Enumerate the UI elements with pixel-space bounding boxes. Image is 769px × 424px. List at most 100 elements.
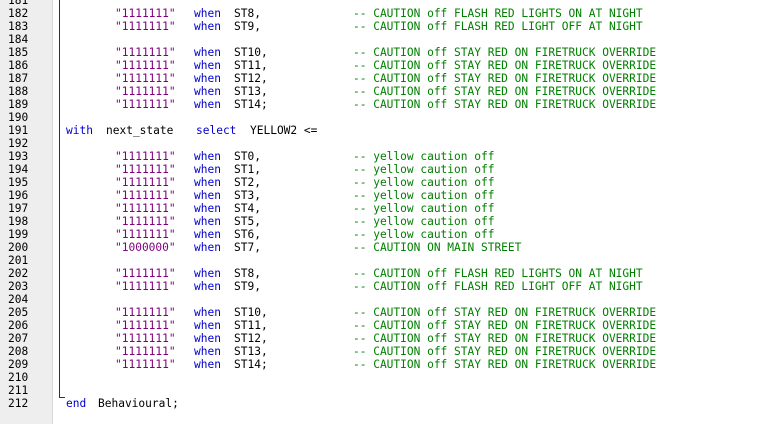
code-comment: -- yellow caution off: [353, 163, 495, 176]
code-line[interactable]: 189 "1111111" when ST14; -- CAUTION off STAY…: [0, 98, 769, 111]
code-line[interactable]: 195 "1111111" when ST2, -- yellow caution of…: [0, 176, 769, 189]
string-literal: "1111111": [115, 59, 176, 72]
code-line[interactable]: 196 "1111111" when ST3, -- yellow caution of…: [0, 189, 769, 202]
line-number: 190: [8, 111, 29, 124]
code-comment: -- yellow caution off: [353, 189, 495, 202]
state-identifier: ST8,: [234, 267, 261, 280]
line-number: 212: [8, 397, 29, 410]
code-comment: -- CAUTION off STAY RED ON FIRETRUCK OVE…: [353, 306, 657, 319]
keyword-when: when: [194, 345, 221, 358]
code-line[interactable]: 204: [0, 293, 769, 306]
line-number: 210: [8, 371, 29, 384]
line-number: 204: [8, 293, 29, 306]
line-number: 181: [8, 0, 29, 7]
code-token: YELLOW2 <=: [250, 124, 318, 137]
state-identifier: ST10,: [234, 306, 268, 319]
line-number: 183: [8, 20, 29, 33]
string-literal: "1111111": [115, 306, 176, 319]
string-literal: "1111111": [115, 163, 176, 176]
code-comment: -- CAUTION off STAY RED ON FIRETRUCK OVE…: [353, 332, 657, 345]
line-number: 200: [8, 241, 29, 254]
string-literal: "1000000": [115, 241, 176, 254]
line-number: 188: [8, 85, 29, 98]
code-comment: -- CAUTION off STAY RED ON FIRETRUCK OVE…: [353, 345, 657, 358]
keyword-when: when: [194, 20, 221, 33]
state-identifier: ST9,: [234, 20, 261, 33]
code-token: next_state: [106, 124, 174, 137]
line-number: 199: [8, 228, 29, 241]
line-number: 187: [8, 72, 29, 85]
code-line[interactable]: 203 "1111111" when ST9, -- CAUTION off FLASH…: [0, 280, 769, 293]
code-line[interactable]: 198 "1111111" when ST5, -- yellow caution of…: [0, 215, 769, 228]
state-identifier: ST11,: [234, 59, 268, 72]
state-identifier: ST0,: [234, 150, 261, 163]
code-line[interactable]: 193 "1111111" when ST0, -- yellow caution of…: [0, 150, 769, 163]
state-identifier: ST2,: [234, 176, 261, 189]
code-line[interactable]: 199 "1111111" when ST6, -- yellow caution of…: [0, 228, 769, 241]
line-number: 207: [8, 332, 29, 345]
string-literal: "1111111": [115, 176, 176, 189]
code-line[interactable]: 206 "1111111" when ST11, -- CAUTION off STAY…: [0, 319, 769, 332]
code-line[interactable]: 190: [0, 111, 769, 124]
code-line[interactable]: 210: [0, 371, 769, 384]
code-line[interactable]: 185 "1111111" when ST10, -- CAUTION off STAY…: [0, 46, 769, 59]
code-line[interactable]: 197 "1111111" when ST4, -- yellow caution of…: [0, 202, 769, 215]
code-line[interactable]: 208 "1111111" when ST13, -- CAUTION off STAY…: [0, 345, 769, 358]
string-literal: "1111111": [115, 228, 176, 241]
string-literal: "1111111": [115, 72, 176, 85]
keyword-when: when: [194, 59, 221, 72]
code-comment: -- CAUTION off FLASH RED LIGHT OFF AT NI…: [353, 280, 643, 293]
code-line[interactable]: 200 "1000000" when ST7, -- CAUTION ON MAIN S…: [0, 241, 769, 254]
keyword-when: when: [194, 319, 221, 332]
keyword-when: when: [194, 228, 221, 241]
code-line[interactable]: 205 "1111111" when ST10, -- CAUTION off STAY…: [0, 306, 769, 319]
code-comment: -- CAUTION off STAY RED ON FIRETRUCK OVE…: [353, 98, 657, 111]
state-identifier: ST3,: [234, 189, 261, 202]
code-comment: -- CAUTION off STAY RED ON FIRETRUCK OVE…: [353, 85, 657, 98]
line-number: 195: [8, 176, 29, 189]
code-line[interactable]: 192: [0, 137, 769, 150]
code-comment: -- CAUTION off FLASH RED LIGHTS ON AT NI…: [353, 7, 643, 20]
code-line[interactable]: 202 "1111111" when ST8, -- CAUTION off FLASH…: [0, 267, 769, 280]
line-number: 203: [8, 280, 29, 293]
code-comment: -- yellow caution off: [353, 215, 495, 228]
code-line[interactable]: 181: [0, 0, 769, 7]
code-line[interactable]: 183 "1111111" when ST9, -- CAUTION off FLASH…: [0, 20, 769, 33]
line-number: 191: [8, 124, 29, 137]
keyword-when: when: [194, 150, 221, 163]
line-number: 202: [8, 267, 29, 280]
code-comment: -- CAUTION off FLASH RED LIGHT OFF AT NI…: [353, 20, 643, 33]
code-lines: 181 182 "1111111" when ST8, -- CAUTION off FL…: [0, 0, 769, 410]
keyword-when: when: [194, 202, 221, 215]
line-number: 198: [8, 215, 29, 228]
string-literal: "1111111": [115, 7, 176, 20]
code-line[interactable]: 188 "1111111" when ST13, -- CAUTION off STAY…: [0, 85, 769, 98]
code-comment: -- yellow caution off: [353, 176, 495, 189]
code-line[interactable]: 184: [0, 33, 769, 46]
state-identifier: ST6,: [234, 228, 261, 241]
line-number: 194: [8, 163, 29, 176]
code-line[interactable]: 191 with next_state select YELLOW2 <=: [0, 124, 769, 137]
line-number: 182: [8, 7, 29, 20]
code-line[interactable]: 209 "1111111" when ST14; -- CAUTION off STAY…: [0, 358, 769, 371]
string-literal: "1111111": [115, 345, 176, 358]
code-comment: -- CAUTION off STAY RED ON FIRETRUCK OVE…: [353, 59, 657, 72]
keyword-when: when: [194, 98, 221, 111]
code-editor[interactable]: 181 182 "1111111" when ST8, -- CAUTION off FL…: [0, 0, 769, 424]
code-line[interactable]: 201: [0, 254, 769, 267]
code-line[interactable]: 211: [0, 384, 769, 397]
string-literal: "1111111": [115, 280, 176, 293]
line-number: 184: [8, 33, 29, 46]
line-number: 193: [8, 150, 29, 163]
code-line[interactable]: 182 "1111111" when ST8, -- CAUTION off FLASH…: [0, 7, 769, 20]
code-line[interactable]: 194 "1111111" when ST1, -- yellow caution of…: [0, 163, 769, 176]
code-line[interactable]: 207 "1111111" when ST12, -- CAUTION off STAY…: [0, 332, 769, 345]
code-line[interactable]: 212 end Behavioural;: [0, 397, 769, 410]
state-identifier: ST14;: [234, 358, 268, 371]
state-identifier: ST1,: [234, 163, 261, 176]
code-line[interactable]: 186 "1111111" when ST11, -- CAUTION off STAY…: [0, 59, 769, 72]
string-literal: "1111111": [115, 189, 176, 202]
code-token: end: [66, 397, 87, 410]
code-line[interactable]: 187 "1111111" when ST12, -- CAUTION off STAY…: [0, 72, 769, 85]
keyword-when: when: [194, 306, 221, 319]
